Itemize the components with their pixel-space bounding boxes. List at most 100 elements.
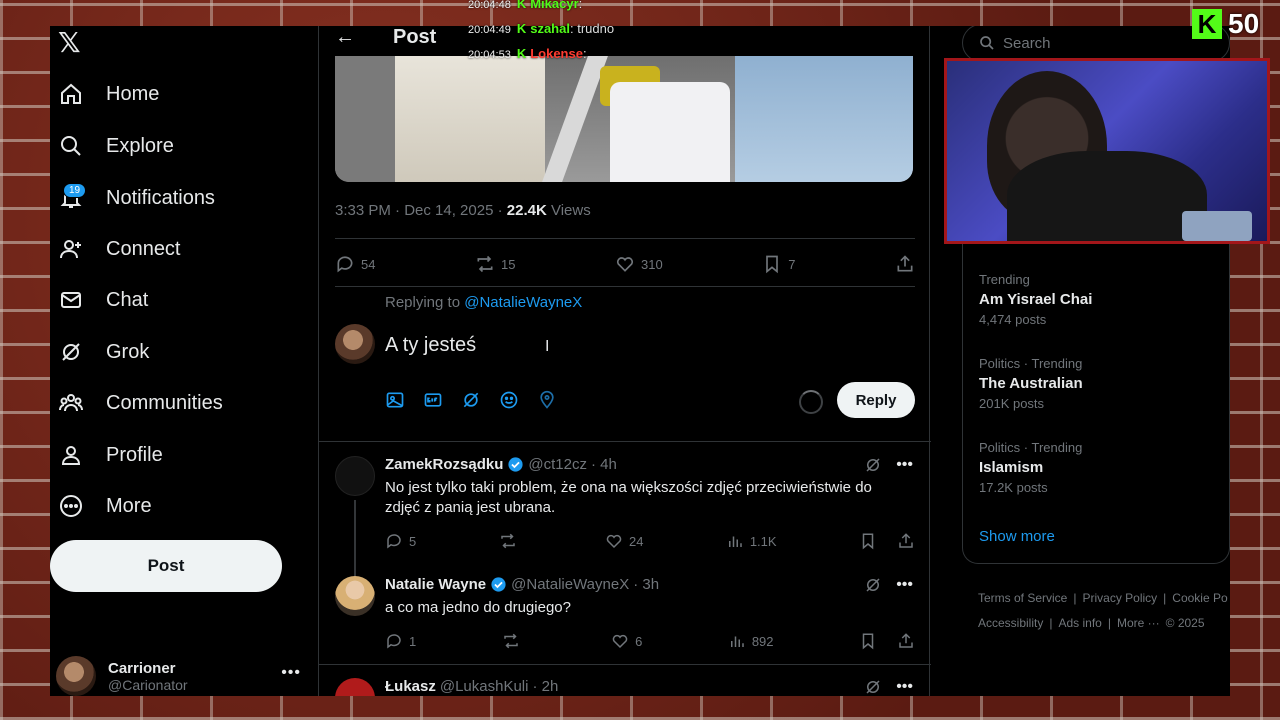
image-icon[interactable] [385, 390, 405, 410]
share-icon[interactable] [897, 532, 915, 550]
reply-actions: 1 6 892 [385, 632, 915, 650]
emoji-icon[interactable] [499, 390, 519, 410]
repost-icon [477, 255, 493, 273]
avatar [335, 456, 375, 496]
reply-count: 54 [361, 256, 376, 272]
chat-time: 20:04:49 [468, 24, 511, 36]
repost-action[interactable]: 15 [475, 254, 515, 274]
sidebar-item-grok[interactable]: Grok [58, 330, 149, 374]
kick-badge-icon: K [516, 21, 527, 36]
trend-item[interactable]: Politics · Trending Islamism 17.2K posts [979, 440, 1082, 495]
post-timestamp: 3:33 PM · Dec 14, 2025 · [335, 202, 507, 219]
share-icon[interactable] [897, 632, 915, 650]
footer-link-terms[interactable]: Terms of Service [978, 591, 1067, 605]
reply-icon [387, 634, 401, 649]
footer-link-cookie[interactable]: Cookie Po [1172, 591, 1227, 605]
grok-icon[interactable] [864, 456, 882, 474]
share-action[interactable] [895, 254, 915, 274]
divider [335, 238, 915, 239]
more-circle-icon [58, 493, 84, 519]
verified-badge-icon [491, 577, 506, 592]
kick-badge-icon: K [516, 0, 527, 11]
sidebar-item-more[interactable]: More [58, 484, 152, 528]
more-dots-icon[interactable]: ••• [896, 576, 913, 594]
bookmark-icon[interactable] [859, 532, 877, 550]
reply-author-handle[interactable]: @LukashKuli [440, 678, 529, 695]
sidebar-item-chat[interactable]: Chat [58, 278, 148, 322]
views-action[interactable]: 1.1K [726, 532, 777, 550]
grok-icon[interactable] [461, 390, 481, 410]
trend-item[interactable]: Trending Am Yisrael Chai 4,474 posts [979, 272, 1092, 327]
footer-link-ads-info[interactable]: Ads info [1058, 616, 1101, 630]
reply-action[interactable]: 5 [385, 532, 416, 550]
bookmark-icon[interactable] [859, 632, 877, 650]
footer-link-accessibility[interactable]: Accessibility [978, 616, 1043, 630]
divider [335, 286, 915, 287]
reply-action[interactable]: 54 [335, 254, 375, 274]
more-dots-icon[interactable]: ••• [896, 678, 913, 696]
reply-time: · 2h [532, 678, 559, 695]
sidebar-item-communities[interactable]: Communities [58, 381, 223, 425]
search-input[interactable]: Search [962, 26, 1230, 62]
sidebar-item-explore[interactable]: Explore [58, 124, 174, 168]
sidebar-item-profile[interactable]: Profile [58, 433, 163, 477]
repost-count: 15 [501, 256, 516, 272]
repost-action[interactable] [502, 632, 526, 650]
show-more-link[interactable]: Show more [979, 528, 1055, 545]
views-action[interactable]: 892 [728, 632, 774, 650]
search-icon [980, 36, 994, 50]
sidebar-item-connect[interactable]: Connect [58, 227, 181, 271]
like-action[interactable]: 24 [605, 532, 643, 550]
reply-author-name[interactable]: ZamekRozsądku [385, 456, 503, 473]
bell-icon: 19 [58, 183, 87, 211]
more-dots-icon[interactable]: ••• [281, 664, 301, 682]
post-actions: 54 15 310 7 [335, 250, 915, 278]
reply-author-handle[interactable]: @ct12cz [528, 456, 587, 473]
sidebar-item-home[interactable]: Home [58, 72, 159, 116]
sidebar-nav: 𝕏 Home Explore 19 Notifications Connect … [50, 26, 318, 696]
like-action[interactable]: 310 [615, 254, 663, 274]
trends-panel: Trending Am Yisrael Chai 4,474 posts Pol… [962, 226, 1230, 564]
bookmark-action[interactable]: 7 [762, 254, 795, 274]
reply-count: 1 [409, 633, 417, 649]
repost-icon [500, 533, 515, 549]
account-switcher[interactable]: Carrioner @Carionator ••• [56, 656, 301, 696]
reply-actions: 5 24 1.1K [385, 532, 915, 550]
more-dots-icon[interactable]: ••• [896, 456, 913, 474]
footer-copyright: © 2025 [1165, 616, 1205, 630]
reply-author-name[interactable]: Łukasz [385, 678, 436, 695]
like-action[interactable]: 6 [611, 632, 642, 650]
heart-icon [616, 257, 634, 272]
repost-action[interactable] [499, 532, 523, 550]
location-icon[interactable] [537, 390, 557, 410]
reply-action[interactable]: 1 [385, 632, 416, 650]
trend-category: Trending [979, 272, 1030, 287]
back-arrow-icon[interactable]: ← [335, 26, 355, 49]
footer-link-more[interactable]: More ··· [1117, 616, 1160, 630]
footer-separator: | [1107, 616, 1111, 630]
reply-input[interactable] [385, 330, 815, 360]
divider [319, 664, 931, 665]
sidebar-item-notifications[interactable]: 19 Notifications [58, 176, 215, 220]
footer-separator: | [1049, 616, 1053, 630]
reply-author-name[interactable]: Natalie Wayne [385, 576, 486, 593]
trend-category: Politics · Trending [979, 440, 1083, 455]
reply-author-handle[interactable]: @NatalieWayneX [511, 576, 629, 593]
loading-spinner [799, 390, 823, 414]
reply-button[interactable]: Reply [837, 382, 915, 418]
gif-icon[interactable] [423, 390, 443, 410]
grok-icon[interactable] [864, 678, 882, 696]
footer-link-privacy[interactable]: Privacy Policy [1082, 591, 1157, 605]
sidebar-item-label: More [106, 494, 152, 517]
trend-category: Politics · Trending [979, 356, 1083, 371]
sidebar-item-label: Notifications [106, 186, 215, 209]
chat-username: Lokense [530, 46, 583, 61]
trend-item[interactable]: Politics · Trending The Australian 201K … [979, 356, 1083, 411]
post-button[interactable]: Post [50, 540, 282, 592]
x-logo-icon[interactable]: 𝕏 [58, 26, 81, 59]
replying-handle-link[interactable]: @NatalieWayneX [464, 294, 582, 311]
grok-icon[interactable] [864, 576, 882, 594]
like-count: 310 [641, 256, 663, 272]
post-image[interactable] [335, 56, 913, 182]
chat-time: 20:04:53 [468, 49, 511, 61]
